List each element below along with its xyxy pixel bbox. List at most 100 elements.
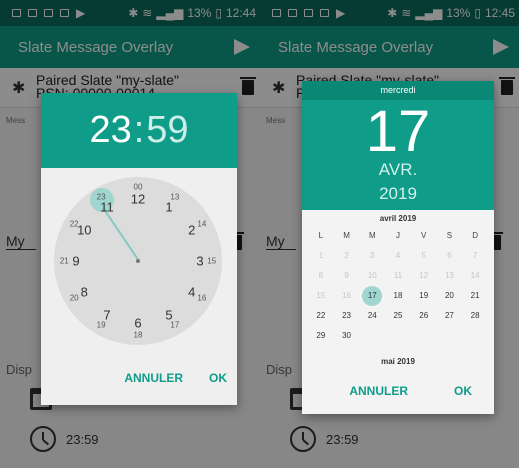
hour-number-2[interactable]: 2	[188, 223, 195, 238]
calendar-day[interactable]: 15	[308, 286, 334, 305]
calendar-day-label: 20	[444, 291, 454, 300]
calendar-day-label: 3	[370, 251, 375, 260]
hour-number-15[interactable]: 15	[207, 257, 216, 266]
calendar-day[interactable]: 8	[308, 266, 334, 285]
calendar-day-label: 16	[342, 291, 352, 300]
calendar-day-label: 24	[367, 311, 377, 320]
day-display[interactable]: 17	[302, 103, 494, 161]
hour-number-17[interactable]: 17	[170, 320, 179, 329]
calendar-grid: L M M J V S D 1 2 3 4 5 6 7 8 9 10 11 12 13 14 15 16 17 18 19 20 21…	[308, 226, 488, 345]
hour-number-22[interactable]: 22	[70, 220, 79, 229]
calendar-day-label: 6	[447, 251, 452, 260]
calendar-day[interactable]: 25	[385, 306, 411, 325]
month-display[interactable]: AVR.	[302, 160, 494, 180]
hour-number-12[interactable]: 12	[131, 192, 145, 207]
calendar-day-label: 30	[342, 331, 352, 340]
minute-display[interactable]: 59	[146, 109, 188, 152]
screen-time-picker: ▶ ✱ ≋ ▂▄▆ 13% ▯ 12:44 Slate Message Over…	[0, 0, 260, 468]
hour-number-3[interactable]: 3	[196, 254, 203, 269]
calendar-day-label: 10	[367, 271, 377, 280]
calendar-day[interactable]: 2	[334, 246, 360, 265]
calendar-day-label: 15	[316, 291, 326, 300]
calendar-day-label: 19	[419, 291, 429, 300]
hour-number-9[interactable]: 9	[72, 254, 79, 269]
calendar-day[interactable]: 16	[334, 286, 360, 305]
hour-number-11[interactable]: 11	[100, 200, 114, 215]
calendar-day[interactable]: 21	[462, 286, 488, 305]
calendar-day[interactable]: 30	[334, 326, 360, 345]
calendar-day-label: 21	[470, 291, 480, 300]
calendar-day[interactable]: 9	[334, 266, 360, 285]
calendar-day[interactable]: 18	[385, 286, 411, 305]
time-dialog-actions: ANNULER OK	[124, 371, 227, 385]
calendar-day-label: 4	[395, 251, 401, 260]
year-display[interactable]: 2019	[302, 184, 494, 204]
time-picker-dialog: 23 : 59 12 1 2 3 4 5 6 7 8 9 10 11 00 13 14 15 16 17 18 19 2…	[41, 93, 237, 405]
hour-number-4[interactable]: 4	[188, 285, 195, 300]
calendar-day[interactable]: 23	[334, 306, 360, 325]
hour-number-18[interactable]: 18	[134, 330, 143, 339]
calendar-day[interactable]: 11	[385, 266, 411, 285]
calendar-day-label: 1	[318, 251, 324, 260]
hour-number-23[interactable]: 23	[97, 193, 106, 202]
ok-button[interactable]: OK	[454, 384, 472, 398]
weekday-header: S	[446, 231, 453, 240]
hour-number-8[interactable]: 8	[81, 285, 88, 300]
calendar-day-label: 28	[470, 311, 480, 320]
calendar-day[interactable]: 19	[411, 286, 437, 305]
hour-number-20[interactable]: 20	[70, 293, 79, 302]
time-header: 23 : 59	[41, 93, 237, 168]
hour-display[interactable]: 23	[89, 109, 131, 152]
weekday-header: L	[318, 231, 324, 240]
hour-number-16[interactable]: 16	[197, 293, 206, 302]
calendar-day-label: 23	[342, 311, 352, 320]
calendar-day-label: 17	[367, 291, 377, 300]
calendar-day-label: 8	[318, 271, 324, 280]
hour-number-19[interactable]: 19	[97, 320, 106, 329]
hour-number-1[interactable]: 1	[165, 200, 172, 215]
calendar-day[interactable]: 12	[411, 266, 437, 285]
hour-number-00[interactable]: 00	[134, 183, 143, 192]
calendar-day-label: 9	[344, 271, 349, 280]
month-title: avril 2019	[379, 214, 417, 223]
calendar-day-label: 18	[393, 291, 403, 300]
cancel-button[interactable]: ANNULER	[349, 384, 408, 398]
calendar-day-label: 13	[444, 271, 454, 280]
calendar-day[interactable]: 17	[359, 285, 385, 306]
calendar-day-label: 26	[419, 311, 429, 320]
date-dialog-actions: ANNULER OK	[349, 384, 472, 398]
weekday-header: V	[421, 231, 427, 240]
ok-button[interactable]: OK	[209, 371, 227, 385]
calendar-day[interactable]: 20	[437, 286, 463, 305]
time-separator: :	[133, 109, 145, 151]
hour-number-14[interactable]: 14	[197, 220, 206, 229]
calendar-day[interactable]: 22	[308, 306, 334, 325]
calendar-day[interactable]: 24	[359, 306, 385, 325]
hour-number-21[interactable]: 21	[60, 257, 69, 266]
calendar-day[interactable]: 10	[359, 266, 385, 285]
calendar-day-label: 25	[393, 311, 403, 320]
calendar-day[interactable]: 29	[308, 326, 334, 345]
calendar-day[interactable]: 1	[308, 246, 334, 265]
next-month-title: mai 2019	[381, 357, 415, 366]
calendar-day[interactable]: 7	[462, 246, 488, 265]
hour-number-10[interactable]: 10	[77, 223, 91, 238]
calendar-day-label: 7	[472, 251, 478, 260]
calendar-day[interactable]: 4	[385, 246, 411, 265]
calendar-day[interactable]: 14	[462, 266, 488, 285]
weekday-header: M	[368, 231, 376, 240]
calendar-day[interactable]: 6	[437, 246, 463, 265]
cancel-button[interactable]: ANNULER	[124, 371, 183, 385]
clock-center	[136, 259, 140, 263]
calendar-day[interactable]: 13	[437, 266, 463, 285]
calendar-day[interactable]: 28	[462, 306, 488, 325]
hour-number-13[interactable]: 13	[170, 193, 179, 202]
calendar-day[interactable]: 3	[359, 246, 385, 265]
calendar-day[interactable]: 27	[437, 306, 463, 325]
calendar-day-label: 5	[421, 251, 426, 260]
calendar-day[interactable]: 26	[411, 306, 437, 325]
hour-number-6[interactable]: 6	[134, 316, 141, 331]
clock-face[interactable]: 12 1 2 3 4 5 6 7 8 9 10 11 00 13 14 15 16 17 18 19 20 21 22 23	[54, 177, 222, 345]
calendar-day[interactable]: 5	[411, 246, 437, 265]
clock-hand[interactable]	[102, 207, 140, 262]
